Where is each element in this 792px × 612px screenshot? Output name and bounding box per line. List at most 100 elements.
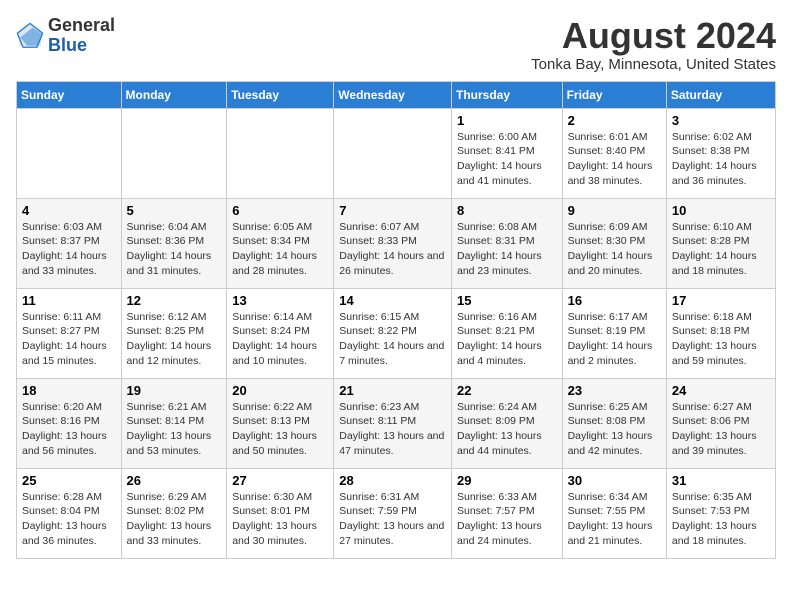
- sunrise-text: Sunrise: 6:30 AM: [232, 490, 328, 505]
- sunrise-text: Sunrise: 6:31 AM: [339, 490, 446, 505]
- week-row-2: 4Sunrise: 6:03 AMSunset: 8:37 PMDaylight…: [17, 198, 776, 288]
- sunset-text: Sunset: 8:27 PM: [22, 324, 116, 339]
- header-cell-monday: Monday: [121, 81, 227, 108]
- sunrise-text: Sunrise: 6:34 AM: [568, 490, 661, 505]
- sunset-text: Sunset: 8:22 PM: [339, 324, 446, 339]
- calendar-cell: [334, 108, 452, 198]
- day-number: 3: [672, 113, 770, 128]
- daylight-text: Daylight: 13 hours and 56 minutes.: [22, 429, 116, 458]
- sunrise-text: Sunrise: 6:20 AM: [22, 400, 116, 415]
- header-cell-wednesday: Wednesday: [334, 81, 452, 108]
- sunset-text: Sunset: 8:14 PM: [127, 414, 222, 429]
- sunset-text: Sunset: 7:53 PM: [672, 504, 770, 519]
- sunrise-text: Sunrise: 6:14 AM: [232, 310, 328, 325]
- sunset-text: Sunset: 8:37 PM: [22, 234, 116, 249]
- sunset-text: Sunset: 7:59 PM: [339, 504, 446, 519]
- calendar-cell: 13Sunrise: 6:14 AMSunset: 8:24 PMDayligh…: [227, 288, 334, 378]
- sunrise-text: Sunrise: 6:02 AM: [672, 130, 770, 145]
- header-cell-friday: Friday: [562, 81, 666, 108]
- calendar-cell: 24 Sunrise: 6:27 AMSunset: 8:06 PMDayligh…: [666, 378, 775, 468]
- sunset-text: Sunset: 8:06 PM: [672, 414, 770, 429]
- header-cell-saturday: Saturday: [666, 81, 775, 108]
- calendar-cell: 18Sunrise: 6:20 AMSunset: 8:16 PMDayligh…: [17, 378, 122, 468]
- sunset-text: Sunset: 8:36 PM: [127, 234, 222, 249]
- daylight-text: Daylight: 14 hours and 18 minutes.: [672, 249, 770, 278]
- sunrise-text: Sunrise: 6:01 AM: [568, 130, 661, 145]
- sunrise-text: Sunrise: 6:07 AM: [339, 220, 446, 235]
- sunrise-text: Sunrise: 6:28 AM: [22, 490, 116, 505]
- calendar-header: SundayMondayTuesdayWednesdayThursdayFrid…: [17, 81, 776, 108]
- day-number: 27: [232, 473, 328, 488]
- daylight-text: Daylight: 14 hours and 33 minutes.: [22, 249, 116, 278]
- sunrise-text: Sunrise: 6:12 AM: [127, 310, 222, 325]
- sunset-text: Sunset: 8:21 PM: [457, 324, 557, 339]
- week-row-5: 25Sunrise: 6:28 AMSunset: 8:04 PMDayligh…: [17, 468, 776, 558]
- sunset-text: Sunset: 8:28 PM: [672, 234, 770, 249]
- sunrise-text: Sunrise: 6:24 AM: [457, 400, 557, 415]
- logo-icon: [16, 22, 44, 50]
- day-number: 17: [672, 293, 770, 308]
- day-number: 19: [127, 383, 222, 398]
- calendar-cell: 19Sunrise: 6:21 AMSunset: 8:14 PMDayligh…: [121, 378, 227, 468]
- logo: General Blue: [16, 16, 115, 56]
- daylight-text: Daylight: 13 hours and 39 minutes.: [672, 429, 770, 458]
- sunset-text: Sunset: 8:02 PM: [127, 504, 222, 519]
- day-number: 14: [339, 293, 446, 308]
- day-number: 24: [672, 383, 770, 398]
- calendar-cell: 28Sunrise: 6:31 AMSunset: 7:59 PMDayligh…: [334, 468, 452, 558]
- calendar-cell: 10Sunrise: 6:10 AMSunset: 8:28 PMDayligh…: [666, 198, 775, 288]
- calendar-cell: 15Sunrise: 6:16 AMSunset: 8:21 PMDayligh…: [451, 288, 562, 378]
- sunset-text: Sunset: 8:38 PM: [672, 144, 770, 159]
- day-number: 9: [568, 203, 661, 218]
- day-number: 12: [127, 293, 222, 308]
- sunrise-text: Sunrise: 6:05 AM: [232, 220, 328, 235]
- daylight-text: Daylight: 14 hours and 41 minutes.: [457, 159, 557, 188]
- calendar-cell: 4Sunrise: 6:03 AMSunset: 8:37 PMDaylight…: [17, 198, 122, 288]
- header-row: SundayMondayTuesdayWednesdayThursdayFrid…: [17, 81, 776, 108]
- sunset-text: Sunset: 8:19 PM: [568, 324, 661, 339]
- sunrise-text: Sunrise: 6:27 AM: [672, 400, 770, 415]
- sunset-text: Sunset: 8:13 PM: [232, 414, 328, 429]
- day-number: 23: [568, 383, 661, 398]
- sunrise-text: Sunrise: 6:21 AM: [127, 400, 222, 415]
- sunrise-text: Sunrise: 6:25 AM: [568, 400, 661, 415]
- calendar-cell: [17, 108, 122, 198]
- calendar-cell: 11Sunrise: 6:11 AMSunset: 8:27 PMDayligh…: [17, 288, 122, 378]
- calendar-cell: 8Sunrise: 6:08 AMSunset: 8:31 PMDaylight…: [451, 198, 562, 288]
- page-header: General Blue August 2024 Tonka Bay, Minn…: [16, 16, 776, 73]
- day-number: 8: [457, 203, 557, 218]
- calendar-cell: 16Sunrise: 6:17 AMSunset: 8:19 PMDayligh…: [562, 288, 666, 378]
- daylight-text: Daylight: 14 hours and 36 minutes.: [672, 159, 770, 188]
- sunset-text: Sunset: 8:41 PM: [457, 144, 557, 159]
- calendar-cell: 22Sunrise: 6:24 AMSunset: 8:09 PMDayligh…: [451, 378, 562, 468]
- sunset-text: Sunset: 8:16 PM: [22, 414, 116, 429]
- sunrise-text: Sunrise: 6:09 AM: [568, 220, 661, 235]
- daylight-text: Daylight: 14 hours and 23 minutes.: [457, 249, 557, 278]
- calendar-cell: 27 Sunrise: 6:30 AMSunset: 8:01 PMDayligh…: [227, 468, 334, 558]
- day-number: 15: [457, 293, 557, 308]
- sunset-text: Sunset: 7:55 PM: [568, 504, 661, 519]
- daylight-text: Daylight: 13 hours and 30 minutes.: [232, 519, 328, 548]
- calendar-cell: 7Sunrise: 6:07 AMSunset: 8:33 PMDaylight…: [334, 198, 452, 288]
- sunset-text: Sunset: 8:33 PM: [339, 234, 446, 249]
- daylight-text: Daylight: 14 hours and 26 minutes.: [339, 249, 446, 278]
- sunset-text: Sunset: 8:04 PM: [22, 504, 116, 519]
- calendar-cell: 25Sunrise: 6:28 AMSunset: 8:04 PMDayligh…: [17, 468, 122, 558]
- sunset-text: Sunset: 8:25 PM: [127, 324, 222, 339]
- daylight-text: Daylight: 13 hours and 59 minutes.: [672, 339, 770, 368]
- title-area: August 2024 Tonka Bay, Minnesota, United…: [531, 16, 776, 73]
- day-number: 1: [457, 113, 557, 128]
- day-number: 29: [457, 473, 557, 488]
- calendar-cell: 2Sunrise: 6:01 AMSunset: 8:40 PMDaylight…: [562, 108, 666, 198]
- daylight-text: Daylight: 14 hours and 7 minutes.: [339, 339, 446, 368]
- daylight-text: Daylight: 14 hours and 2 minutes.: [568, 339, 661, 368]
- day-number: 10: [672, 203, 770, 218]
- sunset-text: Sunset: 8:34 PM: [232, 234, 328, 249]
- week-row-1: 1Sunrise: 6:00 AMSunset: 8:41 PMDaylight…: [17, 108, 776, 198]
- daylight-text: Daylight: 13 hours and 24 minutes.: [457, 519, 557, 548]
- week-row-3: 11Sunrise: 6:11 AMSunset: 8:27 PMDayligh…: [17, 288, 776, 378]
- sunset-text: Sunset: 8:01 PM: [232, 504, 328, 519]
- day-number: 5: [127, 203, 222, 218]
- daylight-text: Daylight: 14 hours and 15 minutes.: [22, 339, 116, 368]
- calendar-cell: 9Sunrise: 6:09 AMSunset: 8:30 PMDaylight…: [562, 198, 666, 288]
